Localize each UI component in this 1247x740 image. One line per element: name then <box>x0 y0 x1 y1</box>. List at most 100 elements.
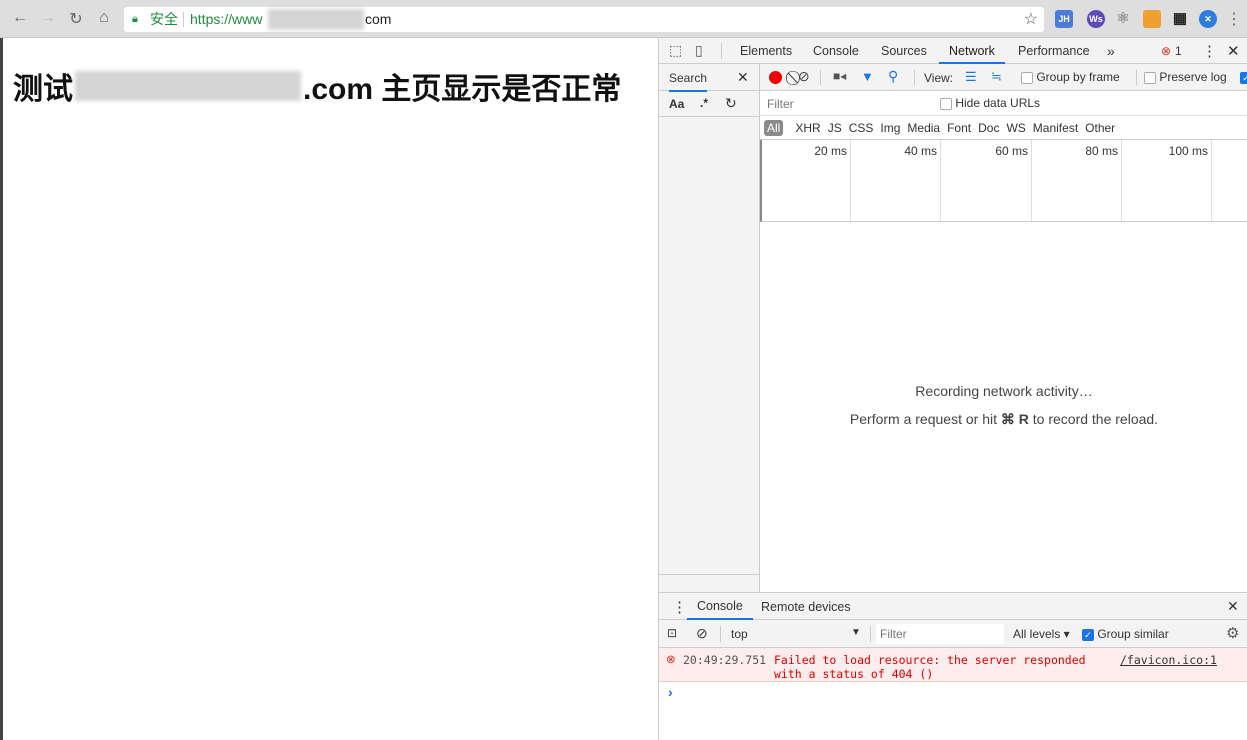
search-icon[interactable]: ⚲ <box>888 68 898 85</box>
address-bar[interactable]: 🔒︎ 安全 https://www com ☆ <box>124 7 1044 32</box>
clear-console-icon[interactable]: ⊘ <box>696 625 708 642</box>
type-js[interactable]: JS <box>828 121 842 135</box>
devtools-tabbar: ⬚ ▯ Elements Console Sources Network Per… <box>659 38 1247 64</box>
console-filter-input[interactable] <box>876 624 1004 644</box>
hide-data-urls-checkbox[interactable]: Hide data URLs <box>940 96 1040 110</box>
preserve-log-label: Preserve log <box>1159 70 1227 84</box>
tab-performance[interactable]: Performance <box>1018 38 1090 64</box>
extension-blue-icon[interactable]: ✕ <box>1199 10 1217 28</box>
redacted-domain <box>75 71 301 101</box>
type-manifest[interactable]: Manifest <box>1033 121 1078 135</box>
drawer-menu-icon[interactable]: ⋮ <box>672 598 687 616</box>
network-overview-timeline: 20 ms 40 ms 60 ms 80 ms 100 ms <box>760 140 1247 222</box>
log-levels-select[interactable]: All levels ▾ <box>1013 627 1070 641</box>
lock-icon: 🔒︎ <box>132 13 138 25</box>
close-drawer-icon[interactable]: ✕ <box>1227 598 1239 615</box>
reload-icon[interactable]: ↻ <box>66 9 86 29</box>
filter-funnel-icon[interactable]: ▼ <box>861 69 874 84</box>
redacted-domain <box>268 9 364 30</box>
back-icon[interactable]: ← <box>10 9 30 27</box>
regex-button[interactable]: .* <box>700 96 708 110</box>
match-case-button[interactable]: Aa <box>669 97 684 111</box>
console-error-message: ⊗ 20:49:29.751 Failed to load resource: … <box>659 648 1247 682</box>
drawer-tab-console[interactable]: Console <box>687 593 753 620</box>
tab-sources[interactable]: Sources <box>881 38 927 64</box>
inspect-element-icon[interactable]: ⬚ <box>669 42 682 59</box>
close-search-icon[interactable]: ✕ <box>737 69 749 86</box>
web-page: 测试 .com 主页显示是否正常 <box>0 38 658 740</box>
search-tab[interactable]: Search <box>669 71 708 92</box>
qr-code-icon[interactable]: ▦ <box>1171 10 1189 28</box>
network-toolbar: ⃠ ⊘ ■◂ ▼ ⚲ View: ☰ ≒ Group by frame Pres… <box>760 64 1247 91</box>
url-prefix: https://www <box>190 11 263 27</box>
chrome-menu-icon[interactable]: ⋮ <box>1226 9 1242 29</box>
type-css[interactable]: CSS <box>849 121 874 135</box>
console-toolbar: ⊡ ⊘ top ▼ All levels ▾ ✓ Group similar ⚙ <box>659 620 1247 648</box>
extension-ws-icon[interactable]: Ws <box>1087 10 1105 28</box>
device-toolbar-icon[interactable]: ▯ <box>695 42 703 59</box>
network-filter-input[interactable] <box>764 94 928 113</box>
sidebar-toggle-icon[interactable]: ⊡ <box>667 626 677 640</box>
error-count[interactable]: 1 <box>1175 44 1182 58</box>
filter-row: Hide data URLs <box>760 91 1247 116</box>
clear-button[interactable]: ⊘ <box>798 68 810 85</box>
type-img[interactable]: Img <box>880 121 900 135</box>
screenshot-camera-icon[interactable]: ■◂ <box>833 69 846 83</box>
react-devtools-icon[interactable]: ⚛ <box>1114 10 1132 28</box>
page-heading: 测试 .com 主页显示是否正常 <box>13 64 621 108</box>
group-by-frame-checkbox[interactable]: Group by frame <box>1021 70 1120 84</box>
tick-label: 100 ms <box>1168 144 1208 158</box>
extension-jh-icon[interactable]: JH <box>1055 10 1073 28</box>
tab-elements[interactable]: Elements <box>740 38 792 64</box>
disable-cache-checkbox[interactable]: ✓ <box>1240 70 1247 84</box>
type-doc[interactable]: Doc <box>978 121 999 135</box>
preserve-log-checkbox[interactable]: Preserve log <box>1144 70 1227 84</box>
tick-label: 20 ms <box>814 144 847 158</box>
prompt-chevron-icon: › <box>668 684 673 700</box>
error-source-link[interactable]: /favicon.ico:1 <box>1120 653 1217 667</box>
drawer-tabbar: ⋮ Console Remote devices ✕ <box>659 592 1247 620</box>
error-icon: ⊗ <box>666 654 676 666</box>
tick-label: 60 ms <box>995 144 1028 158</box>
url-suffix: com <box>365 11 392 27</box>
tab-network[interactable]: Network <box>939 38 1005 64</box>
hide-data-urls-label: Hide data URLs <box>955 96 1041 110</box>
tab-console[interactable]: Console <box>813 38 859 64</box>
drawer-tab-remote-devices[interactable]: Remote devices <box>761 600 851 614</box>
record-button[interactable] <box>769 71 782 84</box>
search-sidebar: Search ✕ Aa .* ↻ <box>659 64 760 592</box>
error-timestamp: 20:49:29.751 <box>683 653 767 667</box>
forward-icon[interactable]: → <box>38 9 58 27</box>
console-settings-gear-icon[interactable]: ⚙ <box>1226 624 1239 642</box>
type-font[interactable]: Font <box>947 121 971 135</box>
refresh-search-icon[interactable]: ↻ <box>725 95 737 112</box>
type-media[interactable]: Media <box>907 121 940 135</box>
reload-shortcut: ⌘ R <box>1000 411 1029 427</box>
console-prompt[interactable]: › <box>659 682 1247 740</box>
context-dropdown-icon[interactable]: ▼ <box>851 627 861 638</box>
type-all[interactable]: All <box>764 120 784 136</box>
extension-orange-icon[interactable] <box>1143 10 1161 28</box>
type-other[interactable]: Other <box>1085 121 1115 135</box>
empty-hint-end: to record the reload. <box>1032 411 1159 427</box>
group-similar-checkbox[interactable]: ✓ Group similar <box>1082 627 1169 641</box>
devtools-menu-icon[interactable]: ⋮ <box>1202 42 1217 60</box>
waterfall-icon[interactable]: ≒ <box>991 69 1002 85</box>
home-icon[interactable]: ⌂ <box>94 9 114 27</box>
tick-label: 80 ms <box>1085 144 1118 158</box>
empty-title: Recording network activity… <box>915 383 1093 399</box>
close-devtools-icon[interactable]: ✕ <box>1227 42 1240 60</box>
type-xhr[interactable]: XHR <box>795 121 820 135</box>
view-label: View: <box>924 71 954 85</box>
type-ws[interactable]: WS <box>1006 121 1025 135</box>
network-empty-state: Recording network activity… Perform a re… <box>760 383 1247 428</box>
heading-suffix: .com 主页显示是否正常 <box>303 73 622 106</box>
context-select[interactable]: top <box>731 627 748 641</box>
bookmark-star-icon[interactable]: ☆ <box>1024 7 1038 32</box>
browser-toolbar: ← → ↻ ⌂ 🔒︎ 安全 https://www com ☆ JH Ws ⚛ … <box>0 0 1247 38</box>
security-label: 安全 <box>150 11 178 27</box>
devtools-panel: ⬚ ▯ Elements Console Sources Network Per… <box>658 38 1247 740</box>
large-rows-icon[interactable]: ☰ <box>965 69 977 85</box>
more-tabs-button[interactable]: » <box>1107 38 1115 64</box>
type-filter-row: All XHR JS CSS Img Media Font Doc WS Man… <box>760 116 1247 140</box>
